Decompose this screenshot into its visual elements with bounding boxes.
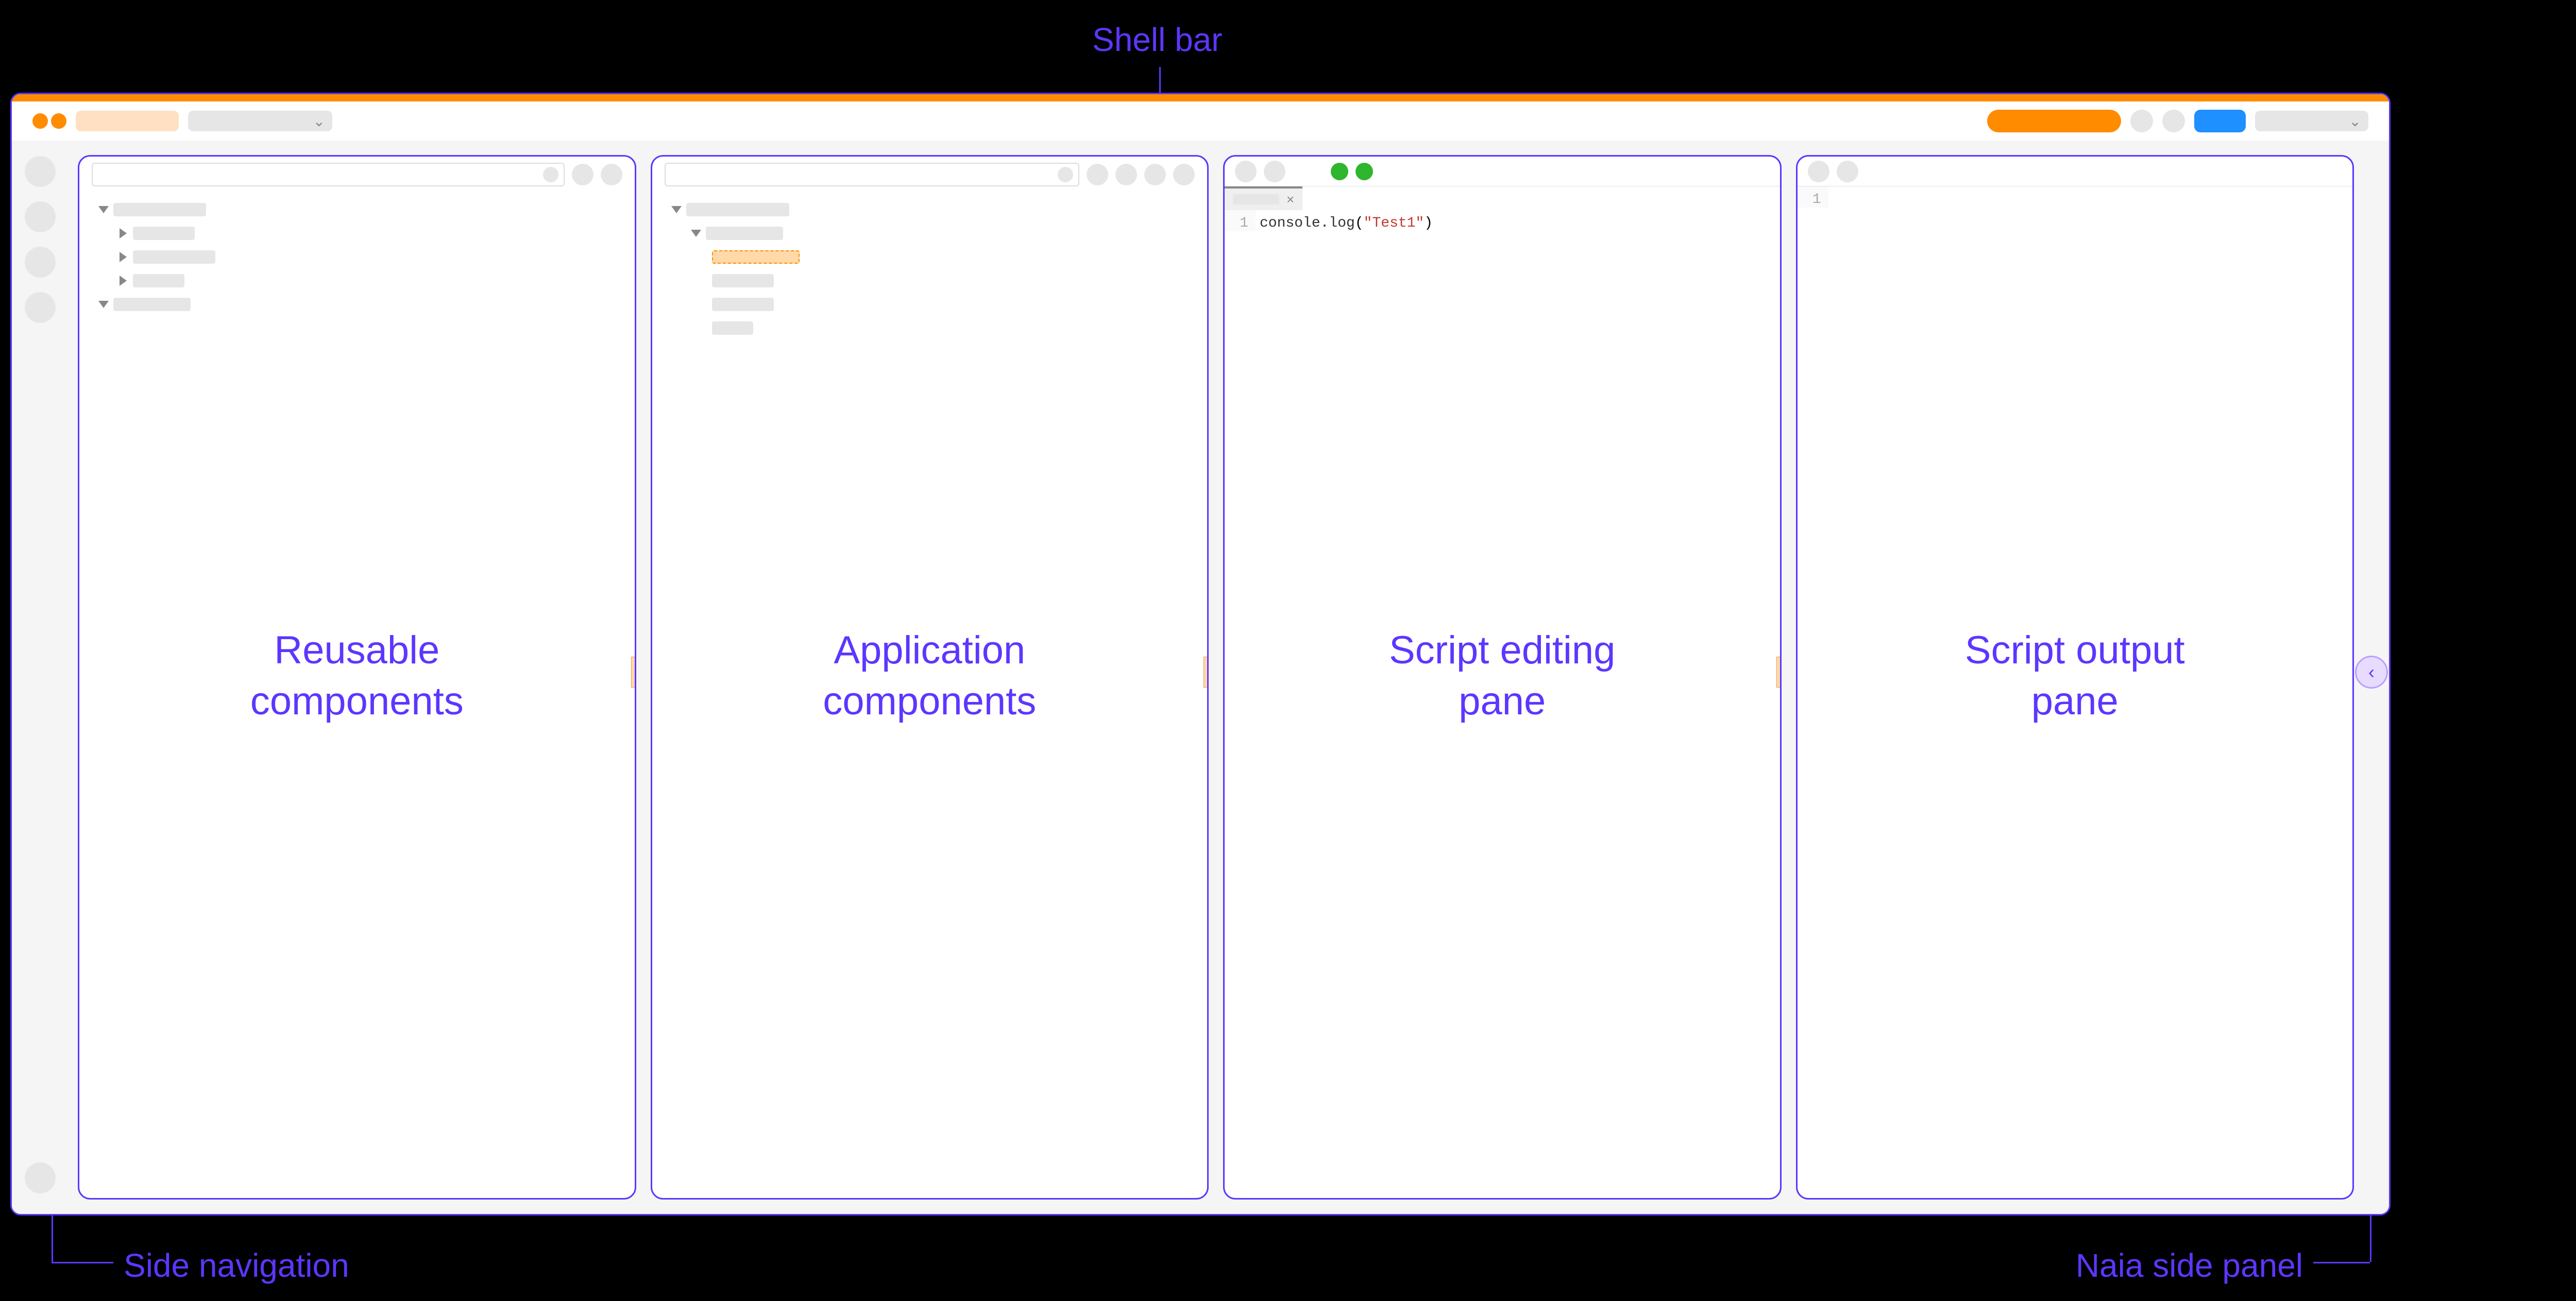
tab-strip: × [1225, 186, 1780, 210]
toolbar-icon[interactable] [601, 164, 622, 185]
app-logo [32, 113, 66, 129]
chevron-down-icon: ⌄ [2349, 113, 2361, 130]
caret-down-icon [98, 301, 109, 308]
line-gutter: 1 [1798, 186, 1828, 208]
toolbar-icon[interactable] [1837, 161, 1858, 182]
reusable-components-pane: Reusablecomponents [78, 155, 636, 1200]
toolbar-icon[interactable] [1144, 164, 1166, 185]
application-components-pane: Applicationcomponents [651, 155, 1209, 1200]
close-tab-icon[interactable]: × [1286, 192, 1294, 208]
component-tree [79, 193, 635, 321]
toolbar-icon[interactable] [572, 164, 594, 185]
output-body [1828, 186, 1833, 208]
caret-down-icon [691, 230, 701, 237]
line-gutter: 1 [1225, 210, 1256, 231]
caret-right-icon [120, 228, 127, 238]
header-icon-1[interactable] [2130, 110, 2153, 132]
search-icon [1058, 167, 1073, 182]
tree-node[interactable] [120, 221, 614, 245]
search-icon [543, 167, 558, 182]
file-tab[interactable]: × [1225, 186, 1302, 210]
naia-panel-label: Naia side panel [1994, 1246, 2303, 1285]
toolbar-icon[interactable] [1173, 164, 1195, 185]
tree-node[interactable] [120, 269, 614, 293]
naia-toggle-button[interactable]: ‹ [2355, 656, 2388, 689]
caret-right-icon [120, 252, 127, 262]
tree-node[interactable] [100, 198, 614, 221]
toolbar-icon[interactable] [1087, 164, 1108, 185]
tree-node[interactable] [692, 221, 1187, 245]
resize-handle[interactable] [1204, 657, 1209, 688]
script-output-pane: 1 Script outputpane [1796, 155, 2354, 1200]
output-area: 1 [1798, 186, 2353, 208]
user-badge[interactable] [2194, 110, 2246, 132]
search-input[interactable] [92, 163, 565, 186]
panes-container: Reusablecomponents [69, 141, 2368, 1214]
component-tree [652, 193, 1208, 345]
run-button[interactable] [1331, 163, 1348, 180]
pane-toolbar [79, 157, 635, 193]
pane-caption: Script outputpane [1798, 625, 2353, 727]
side-nav-label: Side navigation [124, 1246, 349, 1285]
nav-item-bottom[interactable] [25, 1162, 56, 1193]
toolbar-icon[interactable] [1808, 161, 1829, 182]
header-icon-2[interactable] [2162, 110, 2185, 132]
output-tabbar [1798, 157, 2353, 186]
caret-down-icon [98, 206, 109, 213]
shellbar-label-line [1159, 67, 1161, 93]
side-nav-line-v [52, 1216, 53, 1262]
debug-button[interactable] [1355, 163, 1373, 180]
nav-item-1[interactable] [25, 156, 56, 187]
toolbar-icon[interactable] [1235, 161, 1257, 182]
toolbar-icon[interactable] [1115, 164, 1137, 185]
tree-node[interactable] [712, 293, 1187, 316]
search-input[interactable] [665, 163, 1080, 186]
tree-node[interactable] [673, 198, 1187, 221]
side-navigation [12, 141, 69, 1214]
chevron-down-icon: ⌄ [313, 113, 325, 130]
editor-tabbar [1225, 157, 1780, 186]
pane-caption: Script editingpane [1225, 625, 1780, 727]
nav-item-3[interactable] [25, 247, 56, 278]
context-selector[interactable]: ⌄ [188, 111, 332, 131]
naia-line-h [2313, 1262, 2370, 1263]
shell-bar: ⌄ ⌄ [12, 94, 2389, 141]
nav-item-2[interactable] [25, 201, 56, 232]
user-menu[interactable]: ⌄ [2255, 111, 2368, 131]
primary-action-button[interactable] [1987, 110, 2121, 132]
tree-node[interactable] [100, 293, 614, 316]
pane-caption: Applicationcomponents [652, 625, 1208, 727]
app-name-chip[interactable] [76, 111, 179, 131]
script-editing-pane: × 1 console.log("Test1") Script editingp… [1223, 155, 1782, 1200]
workspace: Reusablecomponents [12, 141, 2389, 1214]
chevron-left-icon: ‹ [2368, 661, 2375, 683]
tree-node[interactable] [712, 316, 1187, 340]
shellbar-label: Shell bar [1092, 21, 1223, 59]
toolbar-icon[interactable] [1264, 161, 1285, 182]
caret-right-icon [120, 276, 127, 286]
nav-item-4[interactable] [25, 292, 56, 323]
tree-node-selected[interactable] [712, 245, 1187, 269]
app-shell: ⌄ ⌄ [10, 93, 2391, 1216]
resize-handle[interactable] [1776, 657, 1782, 688]
tree-node[interactable] [120, 245, 614, 269]
tree-node[interactable] [712, 269, 1187, 293]
pane-toolbar [652, 157, 1208, 193]
resize-handle[interactable] [631, 657, 636, 688]
naia-line-v [2370, 1216, 2371, 1262]
caret-down-icon [671, 206, 682, 213]
code-editor[interactable]: 1 console.log("Test1") [1225, 210, 1780, 231]
code-body[interactable]: console.log("Test1") [1256, 210, 1433, 231]
naia-side-panel: ‹ [2368, 141, 2389, 1214]
side-nav-line-h [52, 1262, 113, 1263]
pane-caption: Reusablecomponents [79, 625, 635, 727]
